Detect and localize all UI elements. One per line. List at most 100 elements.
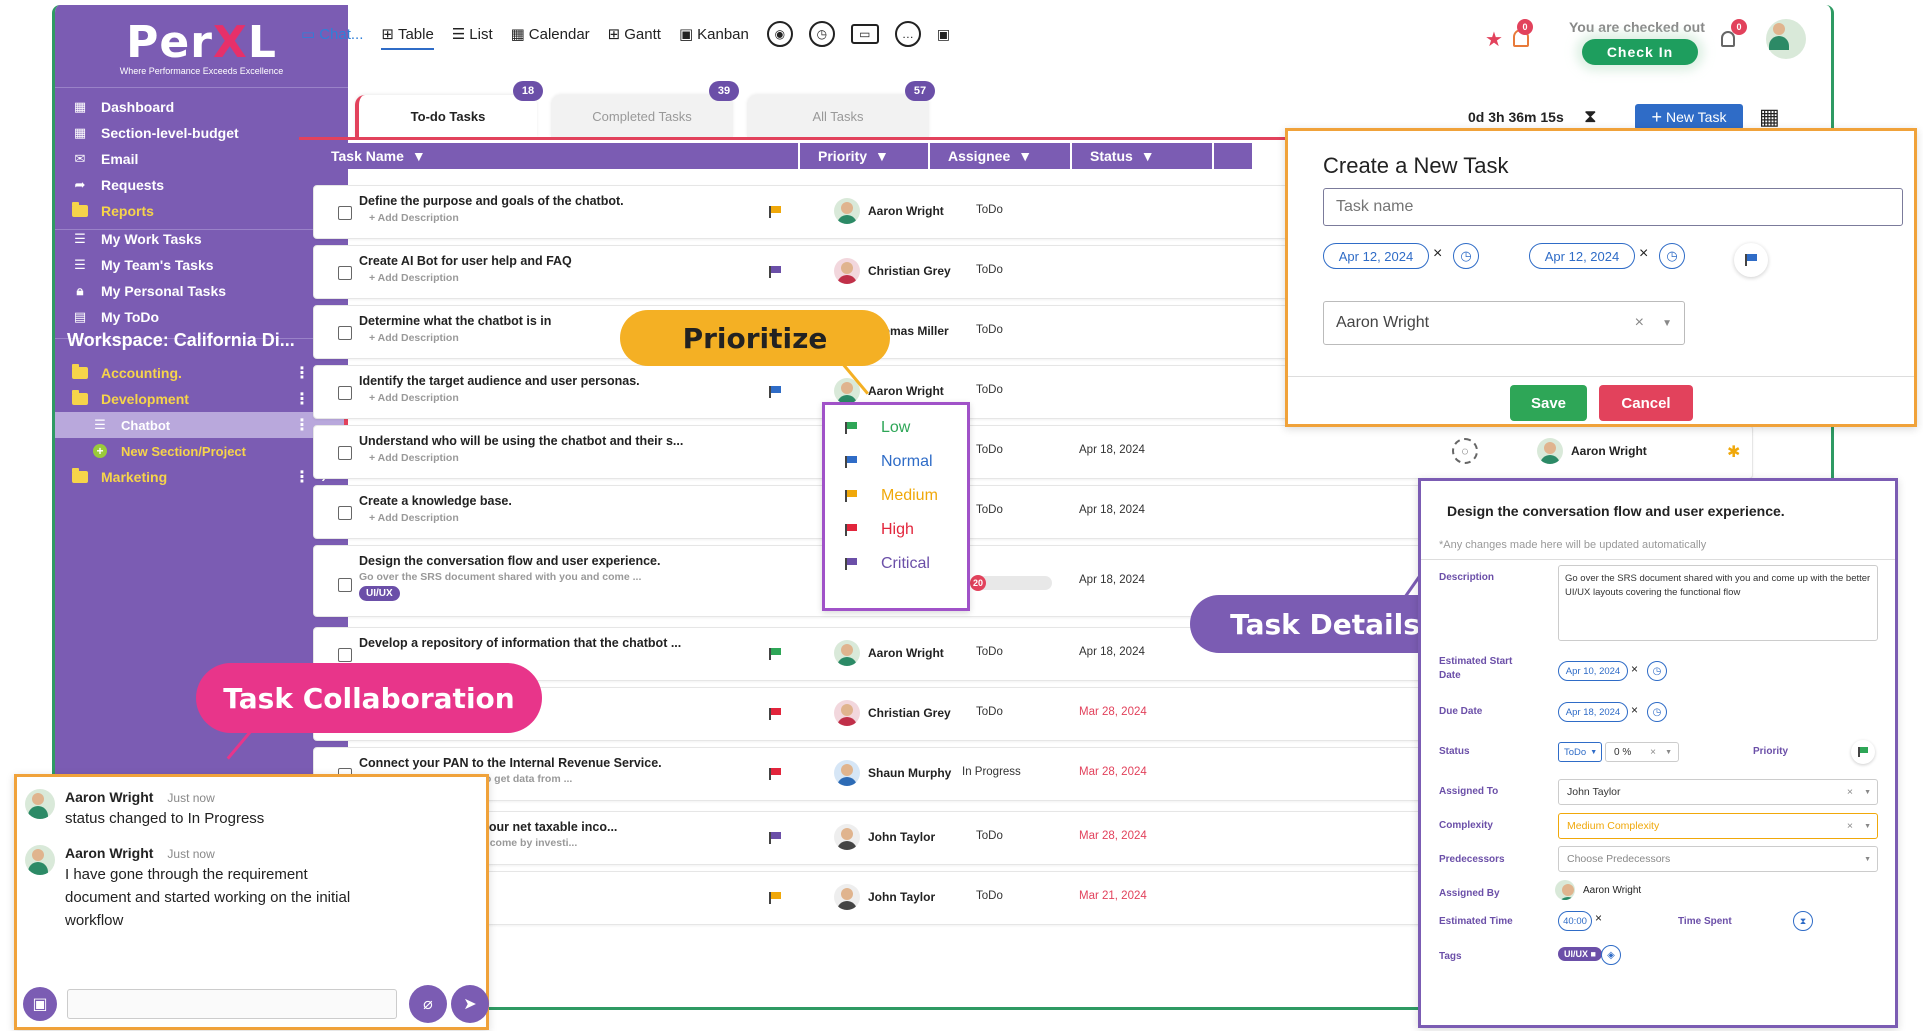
more-vertical-icon[interactable]: ⋮ xyxy=(294,467,310,487)
task-name[interactable]: Create a knowledge base. xyxy=(359,494,512,508)
sidebar-item-email[interactable]: ✉ Email xyxy=(55,145,348,173)
tab-todo-tasks[interactable]: To-do Tasks 18 xyxy=(355,81,543,137)
clock-icon[interactable]: ◷ xyxy=(808,21,835,47)
task-checkbox[interactable] xyxy=(338,578,352,592)
task-name[interactable]: Identify the target audience and user pe… xyxy=(359,374,640,388)
clear-icon[interactable]: × xyxy=(1635,314,1644,332)
clear-end-date-icon[interactable]: × xyxy=(1639,245,1648,263)
priority-flag-icon[interactable] xyxy=(769,266,781,278)
task-checkbox[interactable] xyxy=(338,446,352,460)
start-time-clock-icon[interactable]: ◷ xyxy=(1453,243,1479,269)
assignee-select[interactable]: Aaron Wright × ▼ xyxy=(1323,301,1685,345)
workspace-title[interactable]: Workspace: California Di...⋮ xyxy=(67,330,339,351)
priority-option-medium[interactable]: Medium xyxy=(845,485,938,507)
task-checkbox[interactable] xyxy=(338,326,352,340)
priority-option-critical[interactable]: Critical xyxy=(845,553,930,575)
assignee[interactable]: Aaron Wright xyxy=(834,378,944,404)
check-in-button[interactable]: Check In xyxy=(1582,39,1698,65)
tag-badge[interactable]: UI/UX xyxy=(359,586,400,601)
status-text[interactable]: ToDo xyxy=(976,204,1003,216)
percent-select[interactable]: 0 % × ▼ xyxy=(1605,742,1679,762)
est-time-input[interactable]: 40:00 xyxy=(1558,911,1592,931)
camera-icon[interactable]: ▣ xyxy=(937,26,950,43)
status-text[interactable]: ToDo xyxy=(976,324,1003,336)
assignee[interactable]: Christian Grey xyxy=(834,258,951,284)
tag-icon[interactable]: ◈ xyxy=(1601,945,1621,965)
assignee[interactable]: Christian Grey xyxy=(834,700,951,726)
priority-flag-icon[interactable] xyxy=(769,832,781,844)
assigned-to-select[interactable]: John Taylor × ▼ xyxy=(1558,779,1878,805)
sidebar-item-dashboard[interactable]: ▦ Dashboard xyxy=(55,93,348,121)
puzzle-icon[interactable]: ✱ xyxy=(1727,442,1740,462)
description-textarea[interactable]: Go over the SRS document shared with you… xyxy=(1558,565,1878,641)
sidebar-project-development[interactable]: Development⋮⌄ xyxy=(55,385,348,413)
comment-icon[interactable]: … xyxy=(894,21,921,47)
view-calendar[interactable]: ▦ Calendar xyxy=(511,25,590,44)
chevron-down-icon[interactable]: ▼ xyxy=(1665,749,1672,756)
view-gantt[interactable]: ⊞ Gantt xyxy=(608,25,661,44)
status-select[interactable]: ToDo ▼ xyxy=(1558,742,1602,762)
send-button[interactable]: ➤ xyxy=(451,985,489,1023)
filter-icon[interactable]: ▼ xyxy=(412,148,426,164)
task-checkbox[interactable] xyxy=(338,206,352,220)
bell-icon[interactable] xyxy=(1721,31,1735,47)
image-upload-button[interactable]: ▣ xyxy=(23,987,57,1021)
task-name[interactable]: Determine what the chatbot is in xyxy=(359,314,551,328)
end-time-clock-icon[interactable]: ◷ xyxy=(1659,243,1685,269)
status-text[interactable]: ToDo xyxy=(976,890,1003,902)
view-table[interactable]: ⊞ Table xyxy=(381,25,434,50)
priority-flag-icon[interactable] xyxy=(769,386,781,398)
due-date[interactable]: Apr 18, 2024 xyxy=(1079,574,1145,586)
clear-start-date-icon[interactable]: × xyxy=(1433,245,1442,263)
task-name-input[interactable] xyxy=(1323,188,1903,226)
task-checkbox[interactable] xyxy=(338,386,352,400)
est-start-date-picker[interactable]: Apr 10, 2024 xyxy=(1558,661,1628,681)
clear-icon[interactable]: × xyxy=(1631,662,1638,676)
due-date[interactable]: Mar 21, 2024 xyxy=(1079,890,1147,902)
due-date-picker[interactable]: Apr 18, 2024 xyxy=(1558,702,1628,722)
due-date[interactable]: Apr 18, 2024 xyxy=(1079,444,1145,456)
star-icon[interactable]: ★ xyxy=(1485,27,1503,52)
tab-completed-tasks[interactable]: Completed Tasks 39 xyxy=(551,81,739,137)
clear-icon[interactable]: × xyxy=(1631,703,1638,717)
column-status[interactable]: Status ▼ xyxy=(1072,143,1214,169)
task-description[interactable]: Go over the SRS document shared with you… xyxy=(359,571,641,583)
new-section-project-button[interactable]: + New Section/Project xyxy=(55,437,348,465)
priority-flag-icon[interactable] xyxy=(769,892,781,904)
chevron-down-icon[interactable]: ▼ xyxy=(1864,789,1871,796)
column-assignee[interactable]: Assignee ▼ xyxy=(930,143,1072,169)
assignee[interactable]: Shaun Murphy xyxy=(834,760,951,786)
tab-all-tasks[interactable]: All Tasks 57 xyxy=(747,81,935,137)
priority-option-high[interactable]: High xyxy=(845,519,914,541)
sidebar-project-marketing[interactable]: Marketing⋮› xyxy=(55,463,348,491)
task-name[interactable]: Connect your PAN to the Internal Revenue… xyxy=(359,756,662,770)
assignee[interactable]: Aaron Wright xyxy=(834,640,944,666)
sidebar-item-my-todo[interactable]: ▤ My ToDo xyxy=(55,303,348,331)
status-text[interactable]: ToDo xyxy=(976,504,1003,516)
more-vertical-icon[interactable]: ⋮ xyxy=(294,389,310,409)
task-checkbox[interactable] xyxy=(338,648,352,662)
task-checkbox[interactable] xyxy=(338,506,352,520)
filter-icon[interactable]: ▼ xyxy=(1141,148,1155,164)
task-name[interactable]: Understand who will be using the chatbot… xyxy=(359,434,683,448)
column-priority[interactable]: Priority ▼ xyxy=(800,143,930,169)
status-text[interactable]: In Progress xyxy=(962,766,1021,778)
task-description[interactable]: + Add Description xyxy=(369,272,459,284)
sidebar-item-section-level-budget[interactable]: ▦ Section-level-budget xyxy=(55,119,348,147)
task-checkbox[interactable] xyxy=(338,266,352,280)
clear-icon[interactable]: × xyxy=(1847,820,1853,832)
start-date-picker[interactable]: Apr 12, 2024 xyxy=(1323,243,1429,269)
assignee[interactable]: John Taylor xyxy=(834,824,935,850)
save-button[interactable]: Save xyxy=(1510,385,1587,421)
status-text[interactable]: ToDo xyxy=(976,646,1003,658)
priority-option-low[interactable]: Low xyxy=(845,417,910,439)
view-kanban[interactable]: ▣ Kanban xyxy=(679,25,749,44)
priority-flag-icon[interactable] xyxy=(769,206,781,218)
assignee[interactable]: Aaron Wright xyxy=(834,198,944,224)
due-date[interactable]: Mar 28, 2024 xyxy=(1079,830,1147,842)
task-name[interactable]: Define the purpose and goals of the chat… xyxy=(359,194,624,208)
view-list[interactable]: ☰ List xyxy=(452,25,493,44)
task-name[interactable]: Design the conversation flow and user ex… xyxy=(359,554,660,568)
status-text[interactable]: ToDo xyxy=(976,264,1003,276)
cancel-button[interactable]: Cancel xyxy=(1599,385,1693,421)
